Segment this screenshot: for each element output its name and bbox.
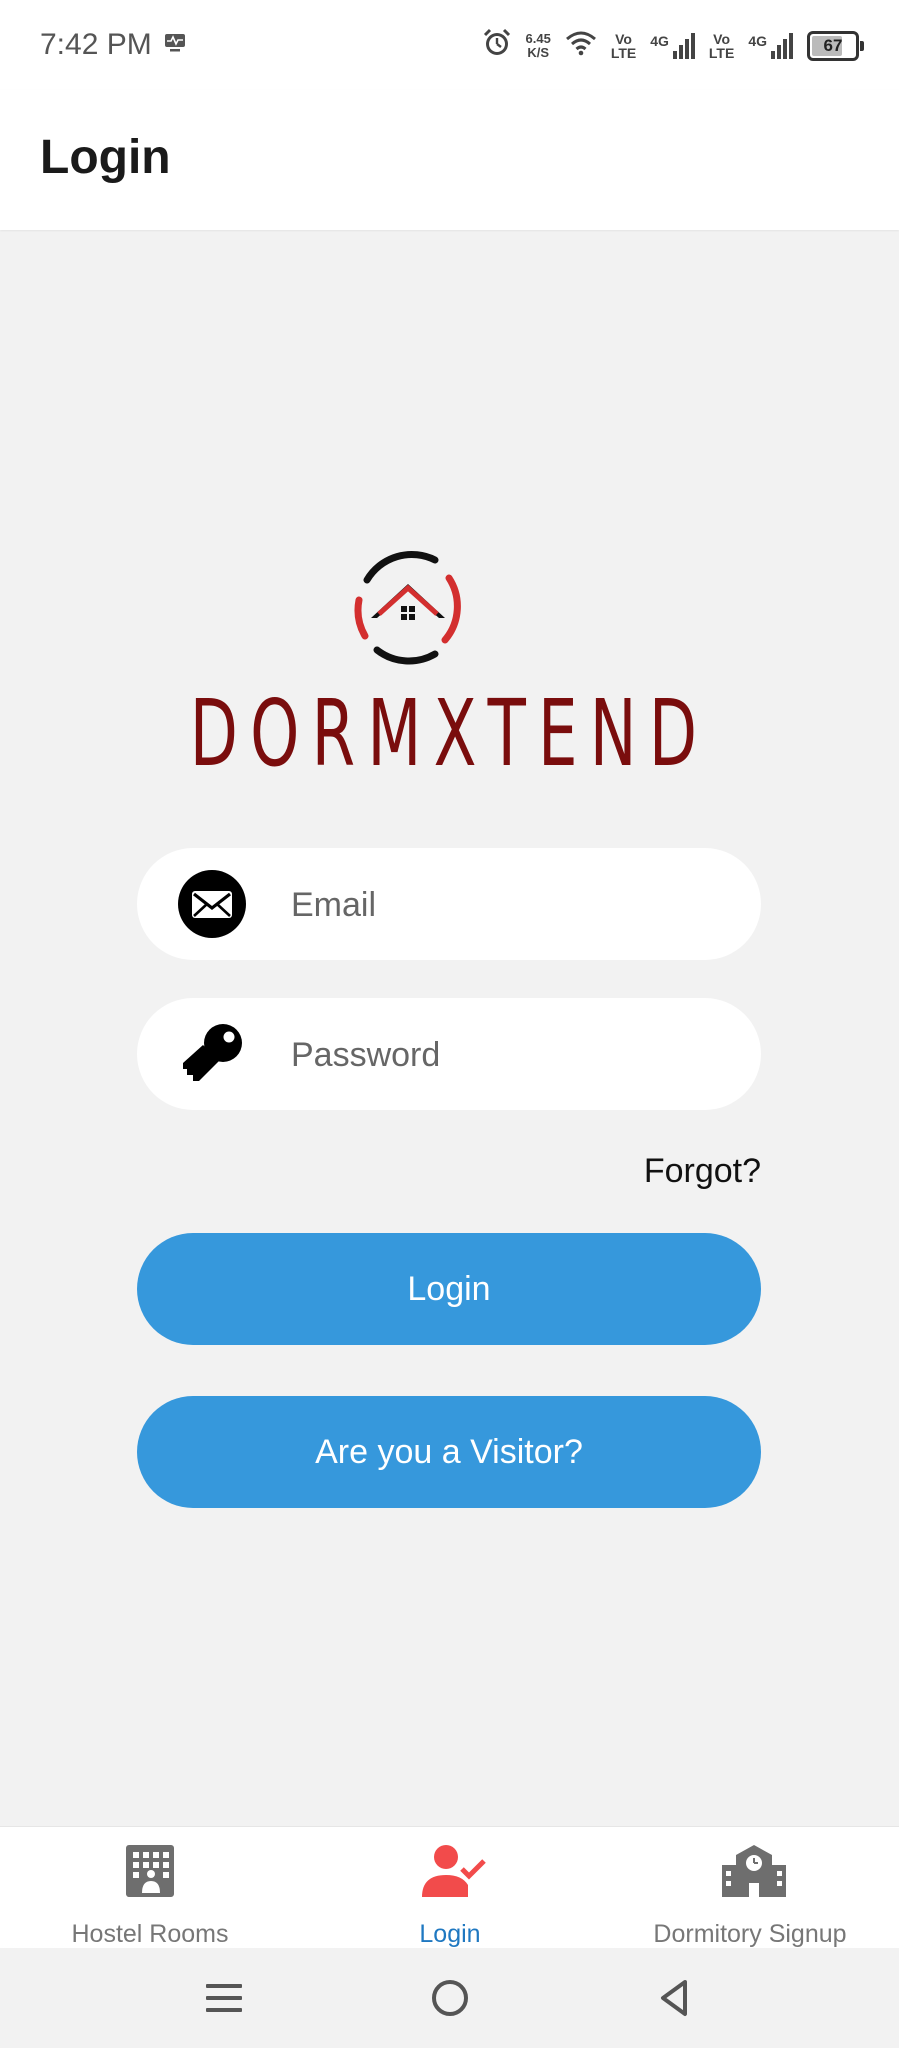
battery-icon: 67	[807, 30, 864, 61]
brand-logo	[349, 548, 467, 671]
email-input[interactable]	[289, 876, 731, 934]
signal-icon: 4G	[650, 32, 695, 59]
email-icon	[177, 869, 247, 939]
network-speed: 6.45 K/S	[525, 30, 551, 60]
visitor-button[interactable]: Are you a Visitor?	[137, 1396, 761, 1508]
battery-level: 67	[823, 35, 843, 55]
app-bar: Login	[0, 90, 899, 230]
nav-label-hostel-rooms: Hostel Rooms	[71, 1920, 229, 1948]
volte1-bottom: LTE	[610, 44, 637, 61]
net-speed-unit: K/S	[527, 44, 549, 60]
page-title: Login	[40, 131, 171, 184]
brand-name: DORMXTEND	[189, 680, 710, 787]
key-icon	[177, 1019, 247, 1089]
nav-label-login: Login	[419, 1920, 481, 1948]
home-circle-icon[interactable]	[430, 1978, 470, 2018]
forgot-password-link[interactable]: Forgot?	[600, 1152, 761, 1191]
nav-item-login[interactable]: Login	[300, 1827, 600, 1949]
volte-indicator-2: Vo LTE	[709, 32, 734, 60]
password-input[interactable]	[289, 1026, 731, 1084]
nav-label-dormitory-signup: Dormitory Signup	[653, 1920, 847, 1948]
monitor-icon	[164, 33, 186, 58]
nav-item-hostel-rooms[interactable]: Hostel Rooms	[0, 1827, 300, 1949]
bottom-navigation: Hostel Rooms Login Dormitory Signup	[0, 1826, 899, 1949]
system-navigation-bar	[0, 1948, 899, 2048]
status-icons: 6.45 K/S Vo LTE 4G Vo LTE 4G 67	[482, 28, 864, 63]
volte-indicator-1: Vo LTE	[611, 32, 636, 60]
sig2-label: 4G	[748, 32, 767, 49]
password-field-container[interactable]	[137, 998, 761, 1110]
login-button[interactable]: Login	[137, 1233, 761, 1345]
volte2-bottom: LTE	[708, 44, 735, 61]
back-triangle-icon[interactable]	[655, 1978, 695, 2018]
status-bar: 7:42 PM 6.45 K/S Vo LTE 4G Vo LTE 4G 67	[0, 0, 899, 90]
user-check-icon	[422, 1843, 486, 1899]
sig1-label: 4G	[650, 32, 669, 49]
net-speed-value: 6.45	[525, 30, 551, 46]
hotel-icon	[122, 1843, 178, 1899]
wifi-icon	[565, 30, 597, 61]
menu-icon[interactable]	[204, 1978, 244, 2018]
alarm-icon	[482, 28, 512, 63]
email-field-container[interactable]	[137, 848, 761, 960]
signal-icon-2: 4G	[748, 32, 793, 59]
status-time: 7:42 PM	[40, 28, 152, 61]
nav-item-dormitory-signup[interactable]: Dormitory Signup	[600, 1827, 899, 1949]
school-icon	[722, 1843, 786, 1899]
